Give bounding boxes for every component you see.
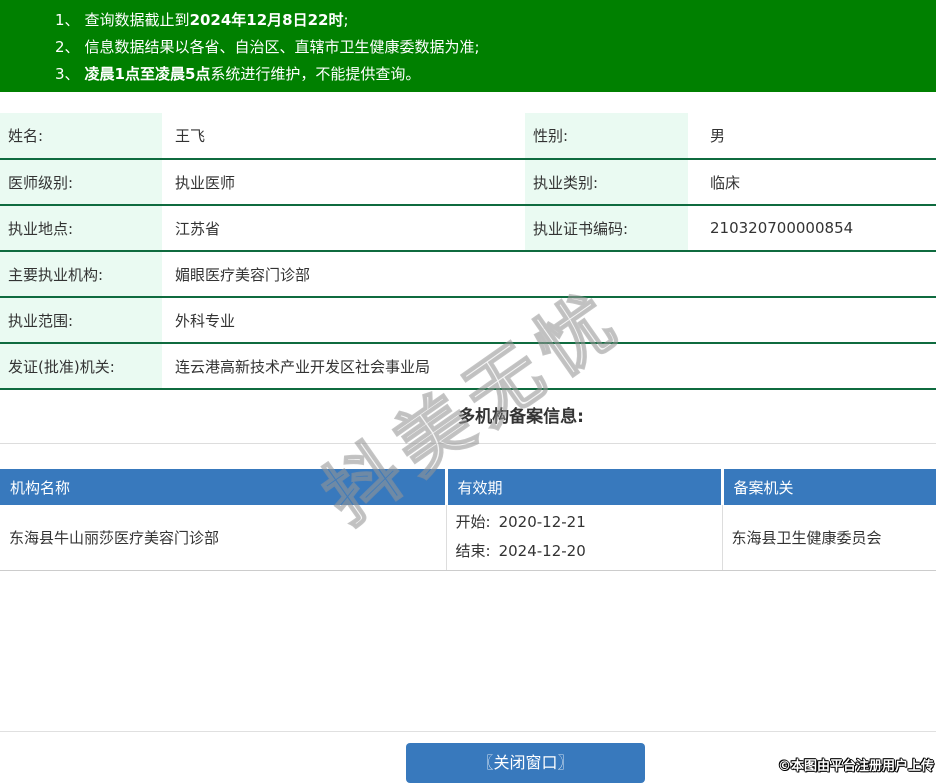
validity-column-header: 有效期 — [444, 469, 722, 505]
note-text: ; — [343, 11, 349, 29]
note-number: 2、 — [55, 38, 80, 56]
practice-scope-value: 外科专业 — [175, 311, 236, 330]
start-label: 开始: — [455, 513, 491, 532]
license-number-value: 210320700000854 — [710, 219, 854, 237]
org-name-column-header: 机构名称 — [0, 469, 446, 505]
gender-label: 性别: — [525, 113, 688, 159]
close-window-button[interactable]: 〖关闭窗口〗 — [406, 743, 645, 783]
table-row-location-license: 执业地点: 江苏省 执业证书编码: 210320700000854 — [0, 205, 936, 251]
table-row-issuing-authority: 发证(批准)机关: 连云港高新技术产业开发区社会事业局 — [0, 343, 936, 389]
notice-banner: 1、 查询数据截止到2024年12月8日22时; 2、 信息数据结果以各省、自治区、… — [0, 0, 936, 92]
footer-divider — [0, 731, 936, 732]
notice-line-3: 3、 凌晨1点至凌晨5点系统进行维护，不能提供查询。 — [55, 61, 936, 88]
end-date: 2024-12-20 — [498, 542, 586, 561]
name-value: 王飞 — [175, 127, 206, 145]
license-number-label: 执业证书编码: — [525, 205, 688, 251]
practice-category-value: 临床 — [710, 173, 741, 192]
name-label: 姓名: — [0, 113, 162, 159]
validity-end: 结束: 2024-12-20 — [456, 537, 722, 566]
note-text: 查询数据截止到 — [84, 11, 190, 29]
org-name-value: 东海县牛山丽莎医疗美容门诊部 — [0, 505, 446, 571]
filing-table: 机构名称 有效期 备案机关 东海县牛山丽莎医疗美容门诊部 开始: 2020-12-… — [0, 469, 936, 571]
note-bold-text: 凌晨1点至凌晨5点 — [84, 65, 211, 83]
filing-table-header-row: 机构名称 有效期 备案机关 — [0, 469, 936, 505]
practice-scope-label: 执业范围: — [0, 297, 162, 343]
notice-line-1: 1、 查询数据截止到2024年12月8日22时; — [55, 7, 936, 34]
validity-start: 开始: 2020-12-21 — [456, 508, 722, 537]
note-text: 信息数据结果以各省、自治区、直辖市卫生健康委数据为准; — [84, 38, 480, 56]
main-institution-value: 媚眼医疗美容门诊部 — [175, 265, 311, 284]
note-number: 3、 — [55, 65, 80, 83]
note-bold-text: 2024年12月8日22时 — [189, 11, 344, 29]
filing-authority-column-header: 备案机关 — [720, 469, 936, 505]
issuing-authority-value: 连云港高新技术产业开发区社会事业局 — [175, 357, 431, 376]
practice-location-label: 执业地点: — [0, 205, 162, 251]
main-institution-label: 主要执业机构: — [0, 251, 162, 297]
practice-category-label: 执业类别: — [525, 159, 688, 205]
table-row-level-category: 医师级别: 执业医师 执业类别: 临床 — [0, 159, 936, 205]
notice-line-2: 2、 信息数据结果以各省、自治区、直辖市卫生健康委数据为准; — [55, 34, 936, 61]
filing-table-data-row: 东海县牛山丽莎医疗美容门诊部 开始: 2020-12-21 结束: 2024-12-… — [0, 505, 936, 571]
upload-credit-text: ©本图由平台注册用户上传 — [777, 759, 934, 774]
table-row-main-institution: 主要执业机构: 媚眼医疗美容门诊部 — [0, 251, 936, 297]
practice-location-value: 江苏省 — [175, 219, 221, 238]
start-date: 2020-12-21 — [498, 513, 586, 532]
doctor-level-label: 医师级别: — [0, 159, 162, 205]
table-row-practice-scope: 执业范围: 外科专业 — [0, 297, 936, 343]
practitioner-info-table: 姓名: 王飞 性别: 男 医师级别: 执业医师 执业类别: 临床 执业地点: 江… — [0, 113, 936, 390]
table-row-name-gender: 姓名: 王飞 性别: 男 — [0, 113, 936, 159]
gender-value: 男 — [710, 127, 726, 145]
multi-institution-filing-heading: 多机构备案信息: — [0, 390, 936, 444]
validity-value: 开始: 2020-12-21 结束: 2024-12-20 — [445, 505, 722, 571]
note-text: 系统进行维护，不能提供查询。 — [210, 65, 421, 83]
filing-authority-value: 东海县卫生健康委员会 — [721, 505, 936, 571]
end-label: 结束: — [455, 542, 491, 561]
issuing-authority-label: 发证(批准)机关: — [0, 343, 162, 389]
note-number: 1、 — [55, 11, 80, 29]
doctor-level-value: 执业医师 — [175, 173, 236, 192]
